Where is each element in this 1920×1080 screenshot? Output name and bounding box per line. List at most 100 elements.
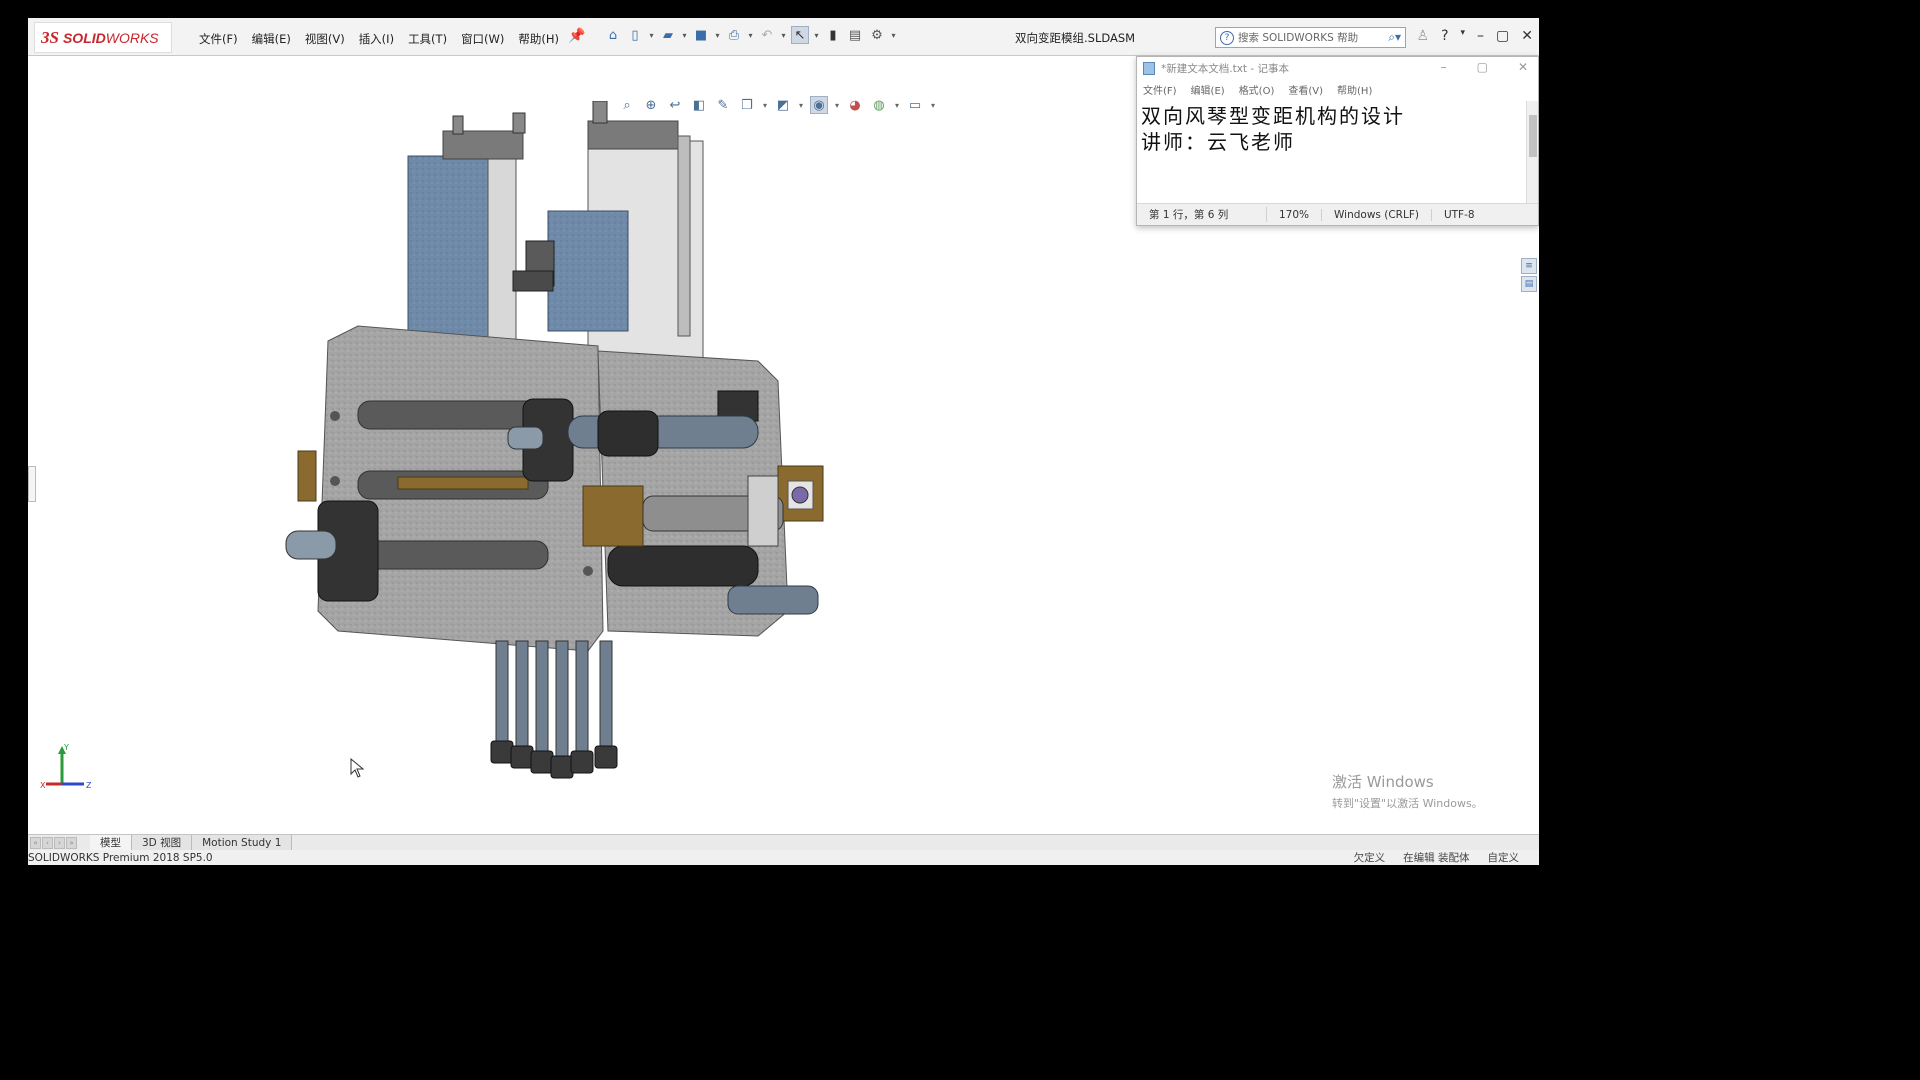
search-icon[interactable]: ⌕▾ <box>1388 30 1405 45</box>
new-document-icon[interactable]: ▯ <box>626 26 644 44</box>
product-version: SOLIDWORKS Premium 2018 SP5.0 <box>28 851 213 864</box>
notepad-line-ending: Windows (CRLF) <box>1322 208 1432 221</box>
right-upper-cylinder <box>512 101 704 372</box>
task-pane-resources-icon[interactable]: ≡ <box>1521 258 1537 274</box>
notepad-maximize-icon[interactable]: ▢ <box>1477 60 1488 74</box>
window-controls: ♙ ? ▾ – ▢ ✕ <box>1417 28 1534 44</box>
tab-3d-views[interactable]: 3D 视图 <box>132 834 193 851</box>
help-icon[interactable]: ? <box>1441 28 1448 44</box>
notepad-title-bar: *新建文本文档.txt - 记事本 – ▢ ✕ <box>1137 57 1538 79</box>
user-icon[interactable]: ♙ <box>1417 28 1430 44</box>
notepad-window[interactable]: *新建文本文档.txt - 记事本 – ▢ ✕ 文件(F) 编辑(E) 格式(O… <box>1136 56 1539 226</box>
logo-mark: 3S <box>41 27 59 47</box>
print-icon[interactable]: ⎙ <box>725 26 743 44</box>
notepad-menu-help[interactable]: 帮助(H) <box>1337 82 1372 97</box>
menu-window[interactable]: 窗口(W) <box>454 29 511 49</box>
notepad-menu-file[interactable]: 文件(F) <box>1143 82 1177 97</box>
first-tab-icon[interactable]: « <box>30 836 41 849</box>
status-editing: 在编辑 装配体 <box>1403 852 1470 864</box>
bottom-tabs-bar: « ‹ › » 模型 3D 视图 Motion Study 1 <box>28 834 1539 851</box>
notepad-menu-bar: 文件(F) 编辑(E) 格式(O) 查看(V) 帮助(H) <box>1137 79 1538 99</box>
edit-appearance-icon[interactable]: ◕ <box>846 96 864 114</box>
task-pane-tabs: ≡ ▤ <box>1521 258 1539 298</box>
menu-edit[interactable]: 编辑(E) <box>245 29 298 49</box>
save-dropdown-icon[interactable]: ▾ <box>714 26 721 44</box>
help-dropdown-icon[interactable]: ▾ <box>1461 28 1466 44</box>
maximize-icon[interactable]: ▢ <box>1496 28 1509 44</box>
last-tab-icon[interactable]: » <box>66 836 77 849</box>
status-bar: SOLIDWORKS Premium 2018 SP5.0 欠定义 在编辑 装配… <box>28 850 1539 865</box>
print-dropdown-icon[interactable]: ▾ <box>747 26 754 44</box>
document-title: 双向变距模组.SLDASM <box>1015 31 1136 45</box>
options-dropdown-icon[interactable]: ▾ <box>890 26 897 44</box>
task-pane-view-palette-icon[interactable]: ▤ <box>1521 276 1537 292</box>
status-units[interactable]: 自定义 <box>1488 850 1520 865</box>
traffic-light-icon[interactable]: ▮ <box>824 26 842 44</box>
notepad-close-icon[interactable]: ✕ <box>1518 60 1528 74</box>
home-icon[interactable]: ⌂ <box>604 26 622 44</box>
tab-model[interactable]: 模型 <box>90 834 132 851</box>
select-pointer-icon[interactable]: ↖ <box>791 26 809 44</box>
notepad-cursor-position: 第 1 行，第 6 列 <box>1137 207 1267 222</box>
save-icon[interactable]: ■ <box>692 26 710 44</box>
notepad-window-controls: – ▢ ✕ <box>1441 60 1528 74</box>
menu-tools[interactable]: 工具(T) <box>401 29 454 49</box>
notepad-line: 双向风琴型变距机构的设计 <box>1141 104 1405 128</box>
notepad-line: 讲师：云飞老师 <box>1141 130 1295 154</box>
notepad-status-bar: 第 1 行，第 6 列 170% Windows (CRLF) UTF-8 <box>1137 203 1538 225</box>
notepad-encoding: UTF-8 <box>1443 208 1475 221</box>
logo-text: SOLIDWORKS <box>62 29 159 46</box>
scene-dropdown-icon[interactable]: ▾ <box>894 96 900 114</box>
help-search[interactable]: ? 搜索 SOLIDWORKS 帮助 ⌕▾ <box>1215 27 1406 48</box>
svg-text:X: X <box>40 781 46 790</box>
undo-icon[interactable]: ↶ <box>758 26 776 44</box>
select-dropdown-icon[interactable]: ▾ <box>813 26 820 44</box>
title-bar: 3S SOLIDWORKS 文件(F) 编辑(E) 视图(V) 插入(I) 工具… <box>28 18 1539 56</box>
pin-icon[interactable]: 📌 <box>568 28 585 44</box>
feature-manager-collapse-tab[interactable] <box>28 466 36 502</box>
next-tab-icon[interactable]: › <box>54 836 65 849</box>
menu-insert[interactable]: 插入(I) <box>352 29 401 49</box>
tab-motion-study[interactable]: Motion Study 1 <box>192 834 293 851</box>
view-settings-icon[interactable]: ▭ <box>906 96 924 114</box>
notepad-text-area[interactable]: 双向风琴型变距机构的设计 讲师：云飞老师 <box>1137 101 1528 203</box>
notepad-menu-edit[interactable]: 编辑(E) <box>1191 82 1225 97</box>
notepad-scrollbar[interactable] <box>1526 101 1538 203</box>
reference-triad-icon: X Z Y <box>40 744 92 790</box>
help-question-icon: ? <box>1220 30 1234 45</box>
apply-scene-icon[interactable]: ◍ <box>870 96 888 114</box>
notepad-menu-format[interactable]: 格式(O) <box>1239 82 1275 97</box>
menu-view[interactable]: 视图(V) <box>298 29 352 49</box>
notepad-title: *新建文本文档.txt - 记事本 <box>1161 62 1289 75</box>
status-definition: 欠定义 <box>1353 852 1386 864</box>
left-base-plate <box>317 325 604 652</box>
options-gear-icon[interactable]: ⚙ <box>868 26 886 44</box>
notepad-scroll-thumb[interactable] <box>1529 115 1537 157</box>
notepad-icon <box>1143 61 1155 75</box>
prev-tab-icon[interactable]: ‹ <box>42 836 53 849</box>
svg-text:Z: Z <box>86 781 92 790</box>
mouse-cursor-icon <box>350 758 364 778</box>
assembly-model[interactable] <box>278 101 838 781</box>
status-right: 欠定义 在编辑 装配体 自定义 <box>1354 850 1519 865</box>
open-folder-icon[interactable]: ▰ <box>659 26 677 44</box>
close-icon[interactable]: ✕ <box>1521 28 1533 44</box>
menu-help[interactable]: 帮助(H) <box>511 29 566 49</box>
menu-file[interactable]: 文件(F) <box>192 29 245 49</box>
open-dropdown-icon[interactable]: ▾ <box>681 26 688 44</box>
minimize-icon[interactable]: – <box>1477 28 1484 44</box>
notepad-minimize-icon[interactable]: – <box>1441 60 1447 74</box>
new-dropdown-icon[interactable]: ▾ <box>648 26 655 44</box>
view-settings-dropdown-icon[interactable]: ▾ <box>930 96 936 114</box>
windows-activation-watermark: 激活 Windows 转到"设置"以激活 Windows。 <box>1332 771 1483 811</box>
notepad-menu-view[interactable]: 查看(V) <box>1288 82 1323 97</box>
watermark-title: 激活 Windows <box>1332 773 1434 791</box>
undo-dropdown-icon[interactable]: ▾ <box>780 26 787 44</box>
svg-text:Y: Y <box>63 744 69 752</box>
file-properties-icon[interactable]: ▤ <box>846 26 864 44</box>
menu-bar: 文件(F) 编辑(E) 视图(V) 插入(I) 工具(T) 窗口(W) 帮助(H… <box>192 29 566 49</box>
bottom-screws <box>490 640 618 779</box>
search-input[interactable]: 搜索 SOLIDWORKS 帮助 <box>1238 30 1384 45</box>
solidworks-logo[interactable]: 3S SOLIDWORKS <box>34 22 172 53</box>
notepad-zoom: 170% <box>1267 208 1323 221</box>
